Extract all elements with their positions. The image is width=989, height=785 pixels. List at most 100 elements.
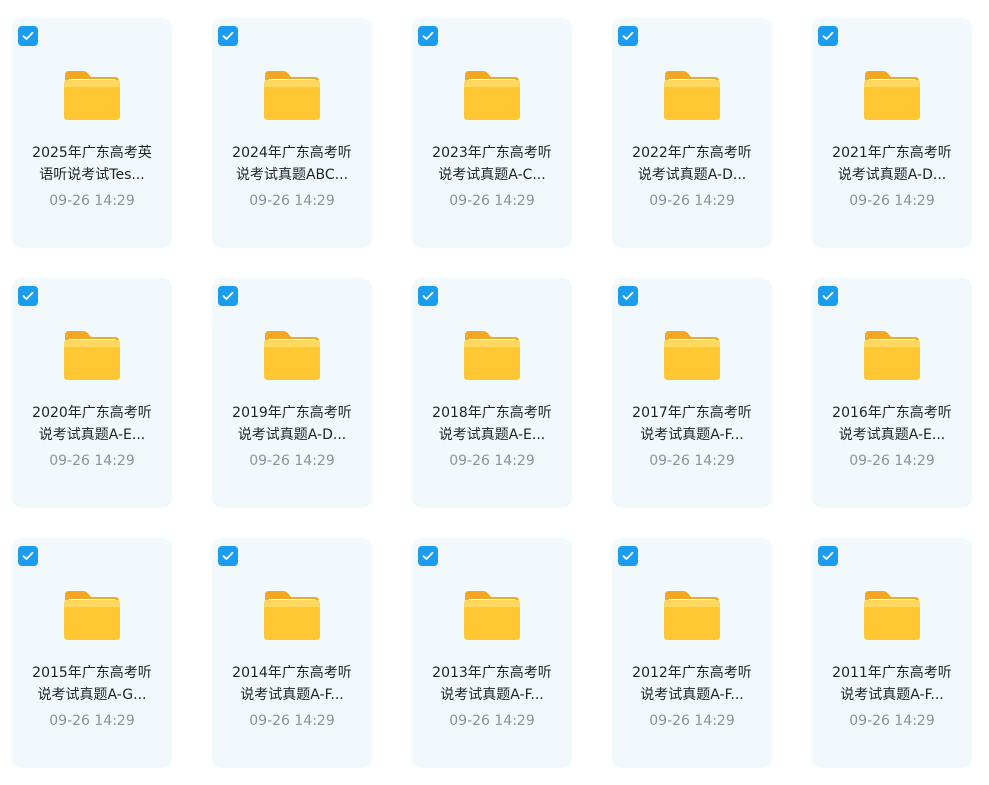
checkmark-icon (22, 291, 34, 300)
checkbox-checked[interactable] (818, 26, 838, 46)
folder-card[interactable]: 2018年广东高考听 说考试真题A-E... 09-26 14:29 (412, 278, 572, 508)
folder-date: 09-26 14:29 (49, 193, 135, 209)
checkbox-checked[interactable] (618, 546, 638, 566)
folder-name-line1: 2014年广东高考听 (232, 665, 352, 681)
folder-grid: 2025年广东高考英 语听说考试Tes... 09-26 14:29 2024年… (0, 0, 989, 785)
checkbox-checked[interactable] (618, 286, 638, 306)
folder-card[interactable]: 2017年广东高考听 说考试真题A-F... 09-26 14:29 (612, 278, 772, 508)
folder-date: 09-26 14:29 (649, 453, 735, 469)
folder-card[interactable]: 2024年广东高考听 说考试真题ABC... 09-26 14:29 (212, 18, 372, 248)
checkbox-checked[interactable] (18, 26, 38, 46)
folder-card[interactable]: 2016年广东高考听 说考试真题A-E... 09-26 14:29 (812, 278, 972, 508)
folder-name-line1: 2018年广东高考听 (432, 405, 552, 421)
folder-card[interactable]: 2021年广东高考听 说考试真题A-D... 09-26 14:29 (812, 18, 972, 248)
checkmark-icon (422, 291, 434, 300)
folder-date: 09-26 14:29 (849, 713, 935, 729)
checkmark-icon (22, 551, 34, 560)
checkbox-checked[interactable] (818, 286, 838, 306)
folder-name-line2: 说考试真题A-C... (438, 167, 546, 183)
folder-card[interactable]: 2014年广东高考听 说考试真题A-F... 09-26 14:29 (212, 538, 372, 768)
folder-card[interactable]: 2012年广东高考听 说考试真题A-F... 09-26 14:29 (612, 538, 772, 768)
folder-name: 2013年广东高考听 说考试真题A-F... (420, 662, 564, 706)
folder-name-line1: 2013年广东高考听 (432, 665, 552, 681)
folder-name-line1: 2025年广东高考英 (32, 145, 152, 161)
folder-date: 09-26 14:29 (49, 713, 135, 729)
folder-date: 09-26 14:29 (649, 713, 735, 729)
checkmark-icon (422, 551, 434, 560)
checkmark-icon (622, 551, 634, 560)
checkmark-icon (222, 31, 234, 40)
folder-name-line1: 2022年广东高考听 (632, 145, 752, 161)
checkbox-checked[interactable] (418, 26, 438, 46)
folder-card[interactable]: 2013年广东高考听 说考试真题A-F... 09-26 14:29 (412, 538, 572, 768)
folder-date: 09-26 14:29 (849, 193, 935, 209)
folder-card[interactable]: 2019年广东高考听 说考试真题A-D... 09-26 14:29 (212, 278, 372, 508)
folder-card[interactable]: 2025年广东高考英 语听说考试Tes... 09-26 14:29 (12, 18, 172, 248)
folder-name-line2: 说考试真题A-F... (840, 687, 944, 703)
checkbox-checked[interactable] (418, 286, 438, 306)
folder-date: 09-26 14:29 (449, 193, 535, 209)
checkbox-checked[interactable] (618, 26, 638, 46)
folder-name: 2024年广东高考听 说考试真题ABC... (220, 142, 364, 186)
folder-name-line2: 说考试真题ABC... (235, 167, 349, 183)
folder-icon (63, 69, 121, 121)
folder-name: 2023年广东高考听 说考试真题A-C... (420, 142, 564, 186)
checkbox-checked[interactable] (418, 546, 438, 566)
folder-card[interactable]: 2011年广东高考听 说考试真题A-F... 09-26 14:29 (812, 538, 972, 768)
folder-icon (263, 329, 321, 381)
checkmark-icon (222, 291, 234, 300)
folder-icon (863, 329, 921, 381)
folder-name: 2025年广东高考英 语听说考试Tes... (20, 142, 164, 186)
checkbox-checked[interactable] (18, 286, 38, 306)
folder-card[interactable]: 2020年广东高考听 说考试真题A-E... 09-26 14:29 (12, 278, 172, 508)
folder-name: 2020年广东高考听 说考试真题A-E... (20, 402, 164, 446)
folder-icon (863, 69, 921, 121)
folder-card[interactable]: 2022年广东高考听 说考试真题A-D... 09-26 14:29 (612, 18, 772, 248)
folder-card[interactable]: 2023年广东高考听 说考试真题A-C... 09-26 14:29 (412, 18, 572, 248)
folder-name: 2012年广东高考听 说考试真题A-F... (620, 662, 764, 706)
folder-icon (663, 329, 721, 381)
checkbox-checked[interactable] (218, 546, 238, 566)
folder-name-line2: 说考试真题A-G... (37, 687, 147, 703)
checkmark-icon (222, 551, 234, 560)
folder-date: 09-26 14:29 (49, 453, 135, 469)
folder-name-line2: 说考试真题A-E... (838, 427, 946, 443)
folder-name-line1: 2017年广东高考听 (632, 405, 752, 421)
checkmark-icon (622, 31, 634, 40)
folder-icon (663, 69, 721, 121)
checkbox-checked[interactable] (18, 546, 38, 566)
folder-name: 2015年广东高考听 说考试真题A-G... (20, 662, 164, 706)
folder-icon (263, 589, 321, 641)
folder-icon (463, 329, 521, 381)
folder-icon (463, 589, 521, 641)
folder-name-line1: 2012年广东高考听 (632, 665, 752, 681)
checkbox-checked[interactable] (218, 26, 238, 46)
folder-name: 2019年广东高考听 说考试真题A-D... (220, 402, 364, 446)
checkmark-icon (822, 291, 834, 300)
folder-name-line2: 语听说考试Tes... (39, 167, 145, 183)
folder-name-line2: 说考试真题A-F... (440, 687, 544, 703)
checkbox-checked[interactable] (218, 286, 238, 306)
folder-name-line2: 说考试真题A-F... (640, 427, 744, 443)
folder-card[interactable]: 2015年广东高考听 说考试真题A-G... 09-26 14:29 (12, 538, 172, 768)
folder-name-line2: 说考试真题A-E... (38, 427, 146, 443)
folder-date: 09-26 14:29 (649, 193, 735, 209)
folder-name: 2017年广东高考听 说考试真题A-F... (620, 402, 764, 446)
folder-name-line1: 2020年广东高考听 (32, 405, 152, 421)
checkmark-icon (622, 291, 634, 300)
folder-name-line2: 说考试真题A-D... (237, 427, 347, 443)
folder-icon (663, 589, 721, 641)
folder-name-line1: 2021年广东高考听 (832, 145, 952, 161)
folder-name-line1: 2015年广东高考听 (32, 665, 152, 681)
folder-icon (63, 589, 121, 641)
folder-name-line2: 说考试真题A-F... (640, 687, 744, 703)
checkmark-icon (22, 31, 34, 40)
folder-name-line1: 2024年广东高考听 (232, 145, 352, 161)
folder-date: 09-26 14:29 (849, 453, 935, 469)
folder-name: 2014年广东高考听 说考试真题A-F... (220, 662, 364, 706)
checkbox-checked[interactable] (818, 546, 838, 566)
checkmark-icon (822, 31, 834, 40)
folder-icon (463, 69, 521, 121)
folder-name: 2016年广东高考听 说考试真题A-E... (820, 402, 964, 446)
folder-name: 2018年广东高考听 说考试真题A-E... (420, 402, 564, 446)
